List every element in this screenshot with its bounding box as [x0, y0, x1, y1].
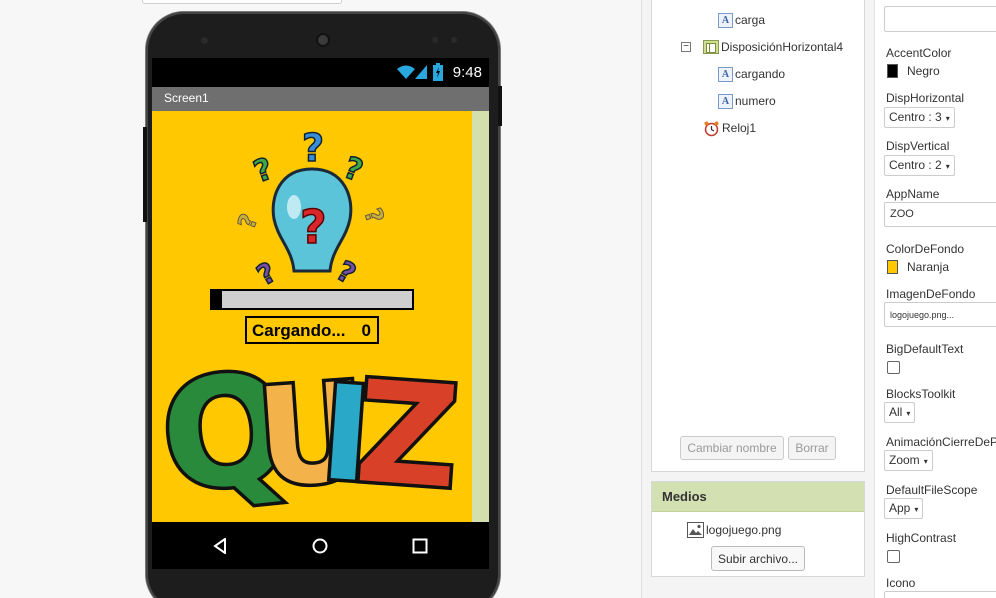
tree-item-label: cargando: [735, 67, 786, 81]
tree-item-cargando[interactable]: A cargando: [718, 64, 785, 84]
blocks-toolkit-select[interactable]: All ▾: [884, 402, 916, 423]
high-contrast-checkbox[interactable]: [887, 550, 900, 563]
loading-count: 0: [361, 321, 371, 340]
volume-button: [143, 127, 147, 222]
accent-color-value[interactable]: Negro: [907, 64, 940, 78]
high-contrast-label: HighContrast: [886, 531, 957, 545]
rename-button[interactable]: Cambiar nombre: [680, 436, 784, 460]
big-default-text-label: BigDefaultText: [886, 342, 964, 356]
status-time: 9:48: [452, 64, 482, 81]
dropdown-arrow-icon: ▾: [923, 457, 928, 466]
accent-color-swatch[interactable]: [887, 64, 898, 78]
label-icon: A: [718, 12, 733, 28]
battery-icon: [433, 63, 443, 81]
app-screen: ? ? ? ? ? ? ? ? Q U I Z Cargando... 0: [152, 111, 472, 522]
properties-top-field[interactable]: [884, 6, 996, 32]
blocks-toolkit-value: All: [889, 405, 903, 419]
svg-text:?: ?: [251, 256, 282, 293]
media-panel: Medios logojuego.png Subir archivo...: [651, 481, 865, 577]
tree-item-label: DisposiciónHorizontal4: [721, 40, 844, 54]
align-vertical-label: DispVertical: [886, 139, 950, 153]
align-horizontal-label: DispHorizontal: [886, 91, 965, 105]
components-tree-panel: A carga − DisposiciónHorizontal4 A carga…: [651, 0, 865, 472]
horizontal-arrangement-icon: [703, 40, 719, 54]
status-bar: 9:48: [152, 58, 489, 87]
home-icon[interactable]: [312, 538, 328, 554]
app-name-label: AppName: [886, 187, 940, 201]
close-animation-value: Zoom: [889, 453, 920, 467]
svg-text:?: ?: [302, 126, 324, 170]
screen-title: Screen1: [164, 91, 209, 105]
label-icon: A: [718, 66, 733, 82]
icon-field[interactable]: [884, 591, 996, 598]
sensor-dot: [451, 37, 457, 43]
default-file-scope-label: DefaultFileScope: [886, 483, 978, 497]
background-color-swatch[interactable]: [887, 260, 898, 274]
sensor-dot: [432, 37, 438, 43]
svg-text:Z: Z: [351, 351, 464, 521]
collapse-toggle-icon[interactable]: −: [681, 42, 691, 52]
device-size-selector[interactable]: [142, 0, 342, 4]
loading-arrangement: Cargando... 0: [245, 316, 379, 344]
power-button: [498, 86, 502, 126]
sensor-dot: [201, 37, 208, 44]
align-vertical-select[interactable]: Centro : 2 ▾: [884, 155, 955, 176]
tree-item-reloj1[interactable]: Reloj1: [703, 118, 756, 138]
default-file-scope-value: App: [889, 501, 911, 515]
dropdown-arrow-icon: ▾: [945, 162, 950, 171]
image-file-icon: [687, 522, 704, 538]
align-vertical-value: Centro : 2: [889, 158, 942, 172]
app-name-input[interactable]: ZOO: [884, 202, 996, 227]
dropdown-arrow-icon: ▾: [906, 409, 911, 418]
front-camera-icon: [316, 33, 330, 47]
signal-icon: [415, 65, 427, 79]
delete-button[interactable]: Borrar: [788, 436, 836, 460]
tree-item-carga[interactable]: A carga: [718, 10, 765, 30]
tree-item-label: carga: [735, 13, 766, 27]
label-icon: A: [718, 93, 733, 109]
back-icon[interactable]: [212, 538, 228, 554]
media-file-name: logojuego.png: [706, 523, 782, 537]
icon-label: Icono: [886, 576, 916, 590]
recent-apps-icon[interactable]: [412, 538, 428, 554]
background-image-field[interactable]: logojuego.png...: [884, 302, 996, 327]
media-title: Medios: [652, 482, 864, 512]
background-color-value[interactable]: Naranja: [907, 260, 949, 274]
loading-progress-bar: [210, 289, 414, 310]
dropdown-arrow-icon: ▾: [945, 114, 950, 123]
default-file-scope-select[interactable]: App ▾: [884, 498, 924, 519]
background-color-label: ColorDeFondo: [886, 242, 965, 256]
close-animation-select[interactable]: Zoom ▾: [884, 450, 933, 471]
wifi-icon: [397, 65, 415, 79]
upload-file-button[interactable]: Subir archivo...: [711, 546, 805, 571]
svg-text:?: ?: [249, 151, 277, 190]
svg-text:?: ?: [232, 210, 263, 233]
tree-item-label: numero: [735, 94, 776, 108]
align-horizontal-value: Centro : 3: [889, 110, 942, 124]
clock-icon: [704, 121, 719, 136]
blocks-toolkit-label: BlocksToolkit: [886, 387, 956, 401]
media-file-item[interactable]: logojuego.png: [687, 522, 781, 538]
tree-item-label: Reloj1: [722, 121, 757, 135]
tree-item-numero[interactable]: A numero: [718, 91, 776, 111]
close-animation-label: AnimaciónCierreDeP: [886, 435, 996, 449]
accent-color-label: AccentColor: [886, 46, 952, 60]
loading-label: Cargando...: [252, 321, 346, 340]
background-image-label: ImagenDeFondo: [886, 287, 976, 301]
svg-text:?: ?: [300, 200, 327, 254]
properties-panel: AccentColor Negro DispHorizontal Centro …: [874, 0, 996, 598]
big-default-text-checkbox[interactable]: [887, 361, 900, 374]
svg-text:?: ?: [331, 254, 362, 291]
screen-margin: [472, 111, 489, 522]
progress-fill: [212, 291, 222, 308]
dropdown-arrow-icon: ▾: [914, 505, 919, 514]
android-nav-bar: [152, 522, 489, 569]
svg-text:?: ?: [358, 204, 389, 227]
align-horizontal-select[interactable]: Centro : 3 ▾: [884, 107, 955, 128]
tree-item-disposicionhorizontal4[interactable]: DisposiciónHorizontal4: [703, 37, 843, 57]
app-title-bar: Screen1: [152, 87, 489, 111]
